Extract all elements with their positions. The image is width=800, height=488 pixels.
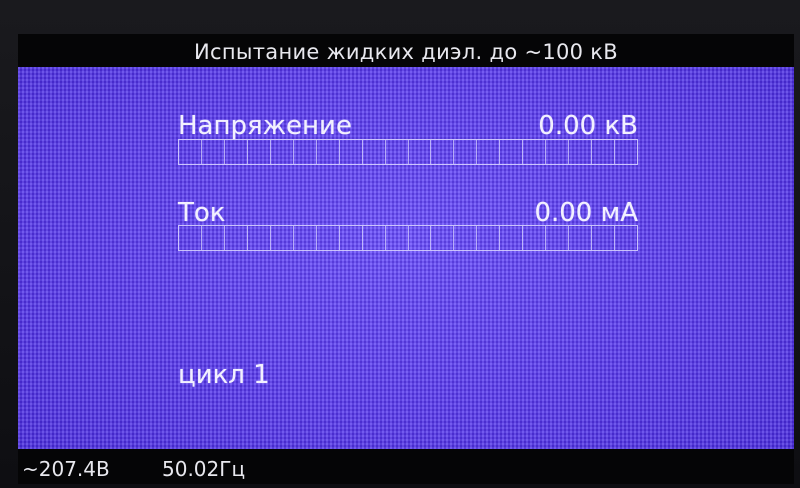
- meter-segment: [202, 226, 225, 250]
- status-bar: ~207.4В 50.02Гц: [18, 449, 794, 484]
- meter-segment: [546, 226, 570, 250]
- meter-segment: [248, 226, 271, 250]
- meter-segment: [248, 140, 271, 164]
- voltage-value: 0.00 кВ: [538, 111, 638, 141]
- meter-segment: [454, 140, 478, 164]
- meter-segment: [477, 140, 501, 164]
- meter-segment: [592, 140, 616, 164]
- meter-segment: [386, 226, 409, 250]
- meter-segment: [523, 140, 547, 164]
- mains-frequency-readout: 50.02Гц: [162, 457, 246, 481]
- meter-segment: [225, 140, 248, 164]
- meter-segment: [294, 226, 317, 250]
- meter-segment: [271, 226, 294, 250]
- current-meter: [178, 225, 638, 251]
- voltage-label: Напряжение: [178, 111, 352, 141]
- current-value: 0.00 мА: [534, 198, 638, 228]
- meter-segment: [615, 226, 637, 250]
- meter-segment: [202, 140, 225, 164]
- meter-segment: [409, 140, 432, 164]
- voltage-meter: [178, 139, 638, 165]
- meter-segment: [615, 140, 637, 164]
- meter-segment: [179, 140, 202, 164]
- mains-voltage-readout: ~207.4В: [22, 457, 110, 481]
- meter-segment: [431, 140, 455, 164]
- page-title: Испытание жидких диэл. до ~100 кВ: [193, 40, 618, 64]
- meter-segment: [569, 140, 593, 164]
- current-label: Ток: [178, 198, 226, 228]
- meter-segment: [340, 140, 363, 164]
- meter-segment: [179, 226, 202, 250]
- meter-segment: [363, 140, 386, 164]
- meter-segment: [546, 140, 570, 164]
- meter-segment: [500, 226, 524, 250]
- lcd-screen: Испытание жидких диэл. до ~100 кВ Напряж…: [18, 34, 794, 484]
- meter-segment: [592, 226, 616, 250]
- meter-segment: [271, 140, 294, 164]
- meter-segment: [431, 226, 455, 250]
- meter-segment: [500, 140, 524, 164]
- meter-segment: [386, 140, 409, 164]
- meter-segment: [317, 226, 340, 250]
- meter-segment: [340, 226, 363, 250]
- title-bar: Испытание жидких диэл. до ~100 кВ: [18, 34, 794, 67]
- meter-segment: [225, 226, 248, 250]
- meter-segment: [523, 226, 547, 250]
- main-panel: Напряжение 0.00 кВ Ток 0.00 мА цикл 1: [18, 67, 794, 449]
- meter-segment: [477, 226, 501, 250]
- meter-segment: [294, 140, 317, 164]
- meter-segment: [363, 226, 386, 250]
- meter-segment: [569, 226, 593, 250]
- cycle-counter: цикл 1: [178, 360, 270, 390]
- meter-segment: [409, 226, 432, 250]
- meter-segment: [454, 226, 478, 250]
- meter-segment: [317, 140, 340, 164]
